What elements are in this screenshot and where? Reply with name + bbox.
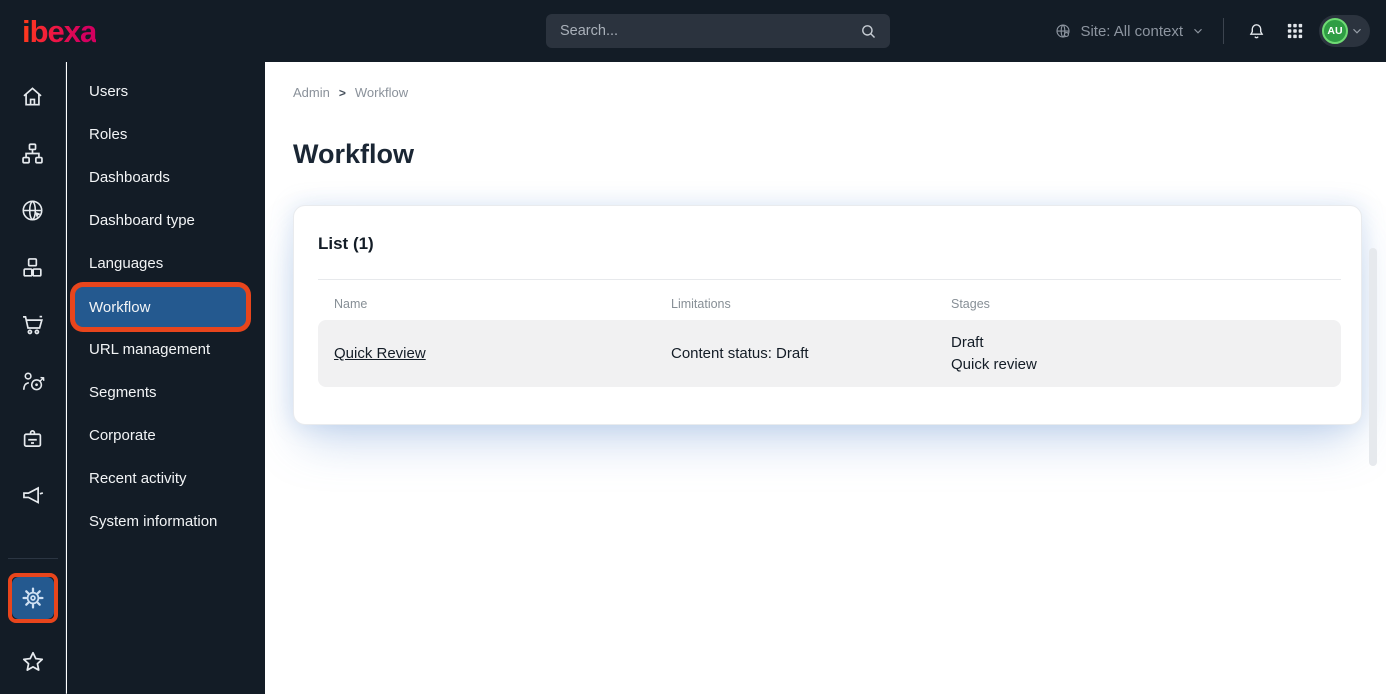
stage-item: Quick review: [951, 355, 1037, 373]
rail-item-content-tree[interactable]: [0, 125, 66, 182]
sidebar-item-roles[interactable]: Roles: [67, 113, 265, 156]
list-count-title: List (1): [318, 234, 374, 253]
rail-item-commerce[interactable]: [0, 296, 66, 353]
column-header-name: Name: [334, 297, 368, 311]
megaphone-icon: [19, 482, 46, 509]
breadcrumb-separator: >: [338, 85, 346, 100]
topbar-divider: [1223, 18, 1224, 44]
home-icon: [19, 83, 46, 110]
breadcrumb-admin[interactable]: Admin: [293, 85, 330, 100]
site-globe-icon: [1054, 22, 1072, 40]
stage-item: Draft: [951, 334, 984, 351]
rail-item-site[interactable]: [0, 182, 66, 239]
bookmarks-star-icon: [19, 648, 47, 676]
rail-item-bookmarks[interactable]: [0, 633, 66, 690]
icon-rail: [0, 62, 66, 694]
workflow-list-card: List (1) Name Limitations Stages Quick R…: [293, 205, 1362, 425]
chevron-down-icon: [1191, 24, 1205, 38]
search-input[interactable]: [560, 23, 859, 39]
sidebar-item-languages[interactable]: Languages: [67, 242, 265, 285]
settings-gear-icon: [20, 585, 46, 611]
sidebar-item-workflow[interactable]: Workflow: [75, 287, 246, 327]
sidebar-item-url-management[interactable]: URL management: [67, 328, 265, 371]
site-context-label: Site: All context: [1080, 22, 1183, 40]
personalization-target-icon: [19, 368, 46, 395]
main-content: Admin > Workflow Workflow List (1) Name …: [265, 62, 1386, 694]
app-grid-icon[interactable]: [1281, 17, 1309, 45]
sidebar-item-system-information[interactable]: System information: [67, 500, 265, 543]
user-menu[interactable]: AU: [1319, 15, 1370, 47]
workflow-limitations-cell: Content status: Draft: [671, 345, 809, 362]
table-row: Quick Review Content status: Draft Draft…: [318, 320, 1341, 387]
workflow-name-link[interactable]: Quick Review: [334, 345, 426, 362]
topbar-right-cluster: Site: All context AU: [1054, 0, 1370, 62]
ibexa-logo[interactable]: ibexa: [22, 16, 97, 47]
column-header-limitations: Limitations: [671, 297, 731, 311]
product-blocks-icon: [19, 254, 46, 281]
column-header-stages: Stages: [951, 297, 990, 311]
globe-cursor-icon: [19, 197, 46, 224]
sidebar-item-corporate[interactable]: Corporate: [67, 414, 265, 457]
page-title: Workflow: [293, 139, 414, 169]
breadcrumb-workflow[interactable]: Workflow: [355, 85, 408, 100]
sidebar-item-users[interactable]: Users: [67, 70, 265, 113]
site-context-switcher[interactable]: Site: All context: [1054, 22, 1205, 40]
notifications-bell-icon[interactable]: [1242, 17, 1271, 46]
workflow-stages-cell: Draft Quick review: [935, 332, 1341, 375]
admin-sidebar: Users Roles Dashboards Dashboard type La…: [67, 62, 265, 694]
rail-item-admin-settings[interactable]: [11, 577, 54, 619]
sidebar-item-dashboard-type[interactable]: Dashboard type: [67, 199, 265, 242]
sidebar-item-recent-activity[interactable]: Recent activity: [67, 457, 265, 500]
vertical-scrollbar-thumb[interactable]: [1369, 248, 1377, 466]
breadcrumb: Admin > Workflow: [293, 85, 1362, 100]
rail-separator: [7, 558, 58, 559]
rail-item-corporate-accounts[interactable]: [0, 410, 66, 467]
avatar: AU: [1322, 18, 1348, 44]
ibexa-admin-workflow-page: { "topbar": { "logo": "ibexa", "search_p…: [0, 0, 1386, 694]
rail-item-personalization[interactable]: [0, 353, 66, 410]
cart-icon: [19, 311, 46, 338]
table-header-row: Name Limitations Stages: [318, 297, 1341, 311]
id-badge-icon: [19, 425, 46, 452]
rail-item-marketing[interactable]: [0, 467, 66, 524]
chevron-down-icon: [1350, 24, 1364, 38]
content-tree-icon: [19, 140, 46, 167]
rail-item-products[interactable]: [0, 239, 66, 296]
global-search[interactable]: [546, 14, 890, 48]
card-divider: [318, 279, 1341, 280]
search-icon[interactable]: [859, 22, 878, 41]
topbar: ibexa Site: All context: [0, 0, 1386, 62]
sidebar-item-segments[interactable]: Segments: [67, 371, 265, 414]
rail-item-home[interactable]: [0, 68, 66, 125]
sidebar-item-dashboards[interactable]: Dashboards: [67, 156, 265, 199]
admin-annotation-box: [7, 573, 58, 623]
